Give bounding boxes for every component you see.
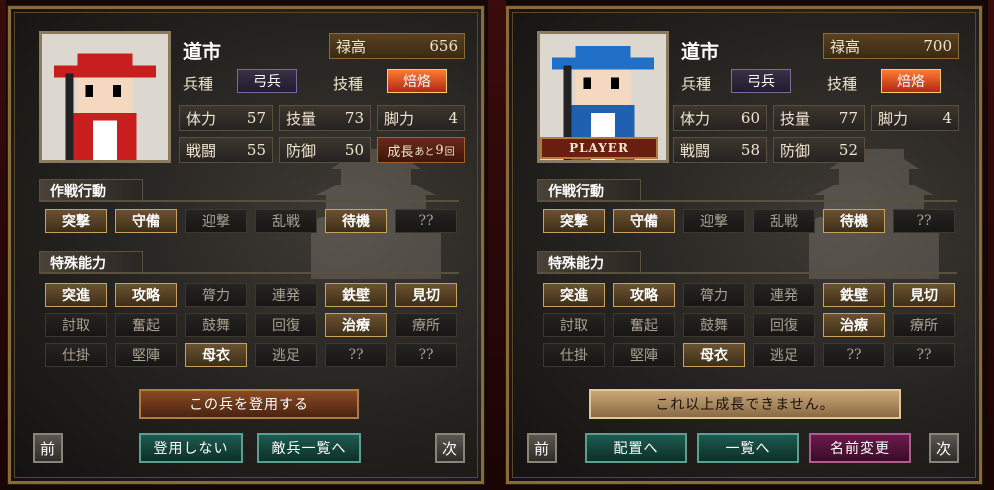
ability-cell: 見切 — [395, 283, 457, 307]
ability-cell: 膂力 — [683, 283, 745, 307]
next-button[interactable]: 次 — [435, 433, 465, 463]
tech-stat: 技量 77 — [773, 105, 865, 131]
unit-type-label: 兵種 — [183, 75, 214, 93]
tactics-grid: 突撃 守備 迎撃 乱戦 待機?? — [543, 209, 955, 233]
prev-button[interactable]: 前 — [527, 433, 557, 463]
ability-cell: 仕掛 — [45, 343, 107, 367]
ability-cell: 堅陣 — [115, 343, 177, 367]
ability-cell: 攻略 — [115, 283, 177, 307]
ability-cell: 鉄壁 — [325, 283, 387, 307]
soldier-portrait-icon — [42, 34, 168, 160]
leg-stat: 脚力 4 — [871, 105, 959, 131]
ability-cell: ?? — [395, 343, 457, 367]
ability-cell: ?? — [823, 343, 885, 367]
abilities-divider — [537, 272, 957, 274]
ability-cell: ?? — [893, 343, 955, 367]
tactic-cell: 乱戦 — [753, 209, 815, 233]
tactic-cell: 待機 — [823, 209, 885, 233]
ability-cell: 連発 — [753, 283, 815, 307]
ability-cell: 回復 — [255, 313, 317, 337]
right-unit-panel: PLAYER 道市 禄高 700 兵種 弓兵 技種 焙烙 体力 60 技量 77 脚… — [505, 5, 983, 485]
ability-cell: 見切 — [893, 283, 955, 307]
skill-type-value: 焙烙 — [881, 69, 941, 93]
tactics-header: 作戦行動 — [537, 179, 641, 201]
salary-stat: 禄高 700 — [823, 33, 959, 59]
unit-name: 道市 — [183, 41, 222, 63]
tactic-cell: 迎撃 — [185, 209, 247, 233]
tactic-cell: 突撃 — [543, 209, 605, 233]
tactic-cell: 迎撃 — [683, 209, 745, 233]
skill-type-label: 技種 — [827, 75, 858, 93]
leg-stat: 脚力 4 — [377, 105, 465, 131]
hp-stat: 体力 57 — [179, 105, 273, 131]
ability-cell: 療所 — [893, 313, 955, 337]
tactics-grid: 突撃 守備 迎撃 乱戦 待機?? — [45, 209, 457, 233]
ability-cell: 突進 — [543, 283, 605, 307]
player-tag: PLAYER — [540, 137, 658, 159]
ability-cell: 堅陣 — [613, 343, 675, 367]
unit-type-value: 弓兵 — [237, 69, 297, 93]
ability-cell: 母衣 — [683, 343, 745, 367]
ability-cell: 治療 — [823, 313, 885, 337]
tactics-divider — [39, 200, 459, 202]
abilities-grid: 突進 攻略 膂力 連発 鉄壁 見切討取 奮起 鼓舞 回復 治療 療所仕掛 堅陣 母衣 逃足???? — [45, 283, 457, 367]
abilities-grid: 突進 攻略 膂力 連発 鉄壁 見切討取 奮起 鼓舞 回復 治療 療所仕掛 堅陣 母衣 逃足???? — [543, 283, 955, 367]
defense-stat: 防御 50 — [279, 137, 371, 163]
next-button[interactable]: 次 — [929, 433, 959, 463]
ability-cell: 奮起 — [115, 313, 177, 337]
ability-cell: 奮起 — [613, 313, 675, 337]
ability-cell: ?? — [325, 343, 387, 367]
tactic-cell: 守備 — [613, 209, 675, 233]
ability-cell: 逃足 — [753, 343, 815, 367]
ability-cell: 療所 — [395, 313, 457, 337]
hp-stat: 体力 60 — [673, 105, 767, 131]
unit-name: 道市 — [681, 41, 720, 63]
ability-cell: 突進 — [45, 283, 107, 307]
defense-stat: 防御 52 — [773, 137, 865, 163]
ability-cell: 逃足 — [255, 343, 317, 367]
ability-cell: 治療 — [325, 313, 387, 337]
tactic-cell: 待機 — [325, 209, 387, 233]
ability-cell: 連発 — [255, 283, 317, 307]
tactic-cell: 突撃 — [45, 209, 107, 233]
tactic-cell: ?? — [893, 209, 955, 233]
abilities-header: 特殊能力 — [537, 251, 641, 273]
tactic-cell: 乱戦 — [255, 209, 317, 233]
tactic-cell: 守備 — [115, 209, 177, 233]
rename-button[interactable]: 名前変更 — [809, 433, 911, 463]
deploy-button[interactable]: 配置へ — [585, 433, 687, 463]
tactics-header: 作戦行動 — [39, 179, 143, 201]
unit-portrait — [39, 31, 171, 163]
recruit-button[interactable]: この兵を登用する — [139, 389, 359, 419]
ability-cell: 膂力 — [185, 283, 247, 307]
ability-cell: 鼓舞 — [185, 313, 247, 337]
list-button[interactable]: 一覧へ — [697, 433, 799, 463]
ability-cell: 鉄壁 — [823, 283, 885, 307]
skill-type-value: 焙烙 — [387, 69, 447, 93]
dont-recruit-button[interactable]: 登用しない — [139, 433, 243, 463]
ability-cell: 攻略 — [613, 283, 675, 307]
skill-type-label: 技種 — [333, 75, 364, 93]
prev-button[interactable]: 前 — [33, 433, 63, 463]
salary-stat: 禄高 656 — [329, 33, 465, 59]
max-growth-message: これ以上成長できません。 — [589, 389, 901, 419]
unit-type-value: 弓兵 — [731, 69, 791, 93]
battle-stat: 戦闘 58 — [673, 137, 767, 163]
unit-type-label: 兵種 — [681, 75, 712, 93]
tactic-cell: ?? — [395, 209, 457, 233]
ability-cell: 討取 — [543, 313, 605, 337]
left-unit-panel: 道市 禄高 656 兵種 弓兵 技種 焙烙 体力 57 技量 73 脚力 4 戦闘 55… — [7, 5, 485, 485]
enemy-list-button[interactable]: 敵兵一覧へ — [257, 433, 361, 463]
abilities-header: 特殊能力 — [39, 251, 143, 273]
ability-cell: 仕掛 — [543, 343, 605, 367]
ability-cell: 回復 — [753, 313, 815, 337]
growth-remaining: 成長 あと 9 回 — [377, 137, 465, 163]
tech-stat: 技量 73 — [279, 105, 371, 131]
ability-cell: 母衣 — [185, 343, 247, 367]
abilities-divider — [39, 272, 459, 274]
tactics-divider — [537, 200, 957, 202]
ability-cell: 討取 — [45, 313, 107, 337]
ability-cell: 鼓舞 — [683, 313, 745, 337]
battle-stat: 戦闘 55 — [179, 137, 273, 163]
